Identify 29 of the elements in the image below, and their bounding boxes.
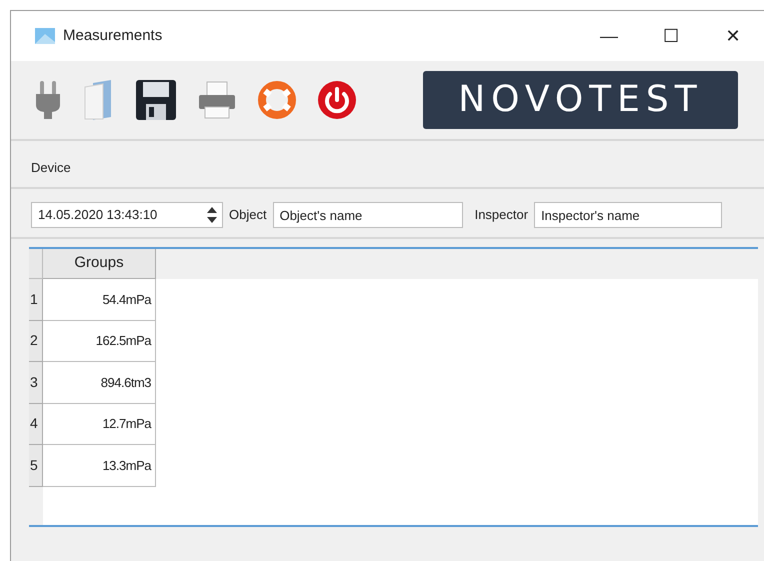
lifebuoy-icon[interactable] xyxy=(257,80,297,120)
plug-icon[interactable] xyxy=(35,79,61,121)
row-header[interactable]: 2 xyxy=(29,320,43,362)
corner-header xyxy=(29,249,43,279)
printer-icon[interactable] xyxy=(197,80,237,120)
object-field[interactable]: Object's name xyxy=(272,202,463,228)
window-title: Measurements xyxy=(63,26,162,46)
row-header[interactable]: 3 xyxy=(29,362,43,404)
object-label: Object xyxy=(229,206,267,224)
datetime-spinbox[interactable]: 14.05.2020 13:43:10 xyxy=(31,202,223,228)
column-header[interactable]: Groups xyxy=(43,249,156,279)
minimize-button[interactable]: — xyxy=(578,16,640,56)
row-header[interactable]: 4 xyxy=(29,404,43,445)
table-cell: 54.4mPa xyxy=(43,279,156,320)
inspector-label: Inspector xyxy=(474,206,528,224)
row-header[interactable]: 5 xyxy=(29,445,43,486)
table-cell: 12.7mPa xyxy=(43,404,156,445)
table-cell: 894.6tm3 xyxy=(43,362,156,404)
device-label: Device xyxy=(31,159,71,178)
close-button[interactable]: ✕ xyxy=(702,16,764,56)
table-cell: 13.3mPa xyxy=(43,445,156,486)
app-icon xyxy=(35,28,55,44)
inspector-field[interactable]: Inspector's name xyxy=(534,202,722,228)
row-header[interactable]: 1 xyxy=(29,279,43,320)
table-cell: 162.5mPa xyxy=(43,320,156,362)
row-header-strip xyxy=(29,486,43,525)
maximize-button[interactable]: ☐ xyxy=(640,16,702,56)
novotest-logo: NOVOTEST xyxy=(423,71,738,129)
power-icon[interactable] xyxy=(317,80,357,120)
